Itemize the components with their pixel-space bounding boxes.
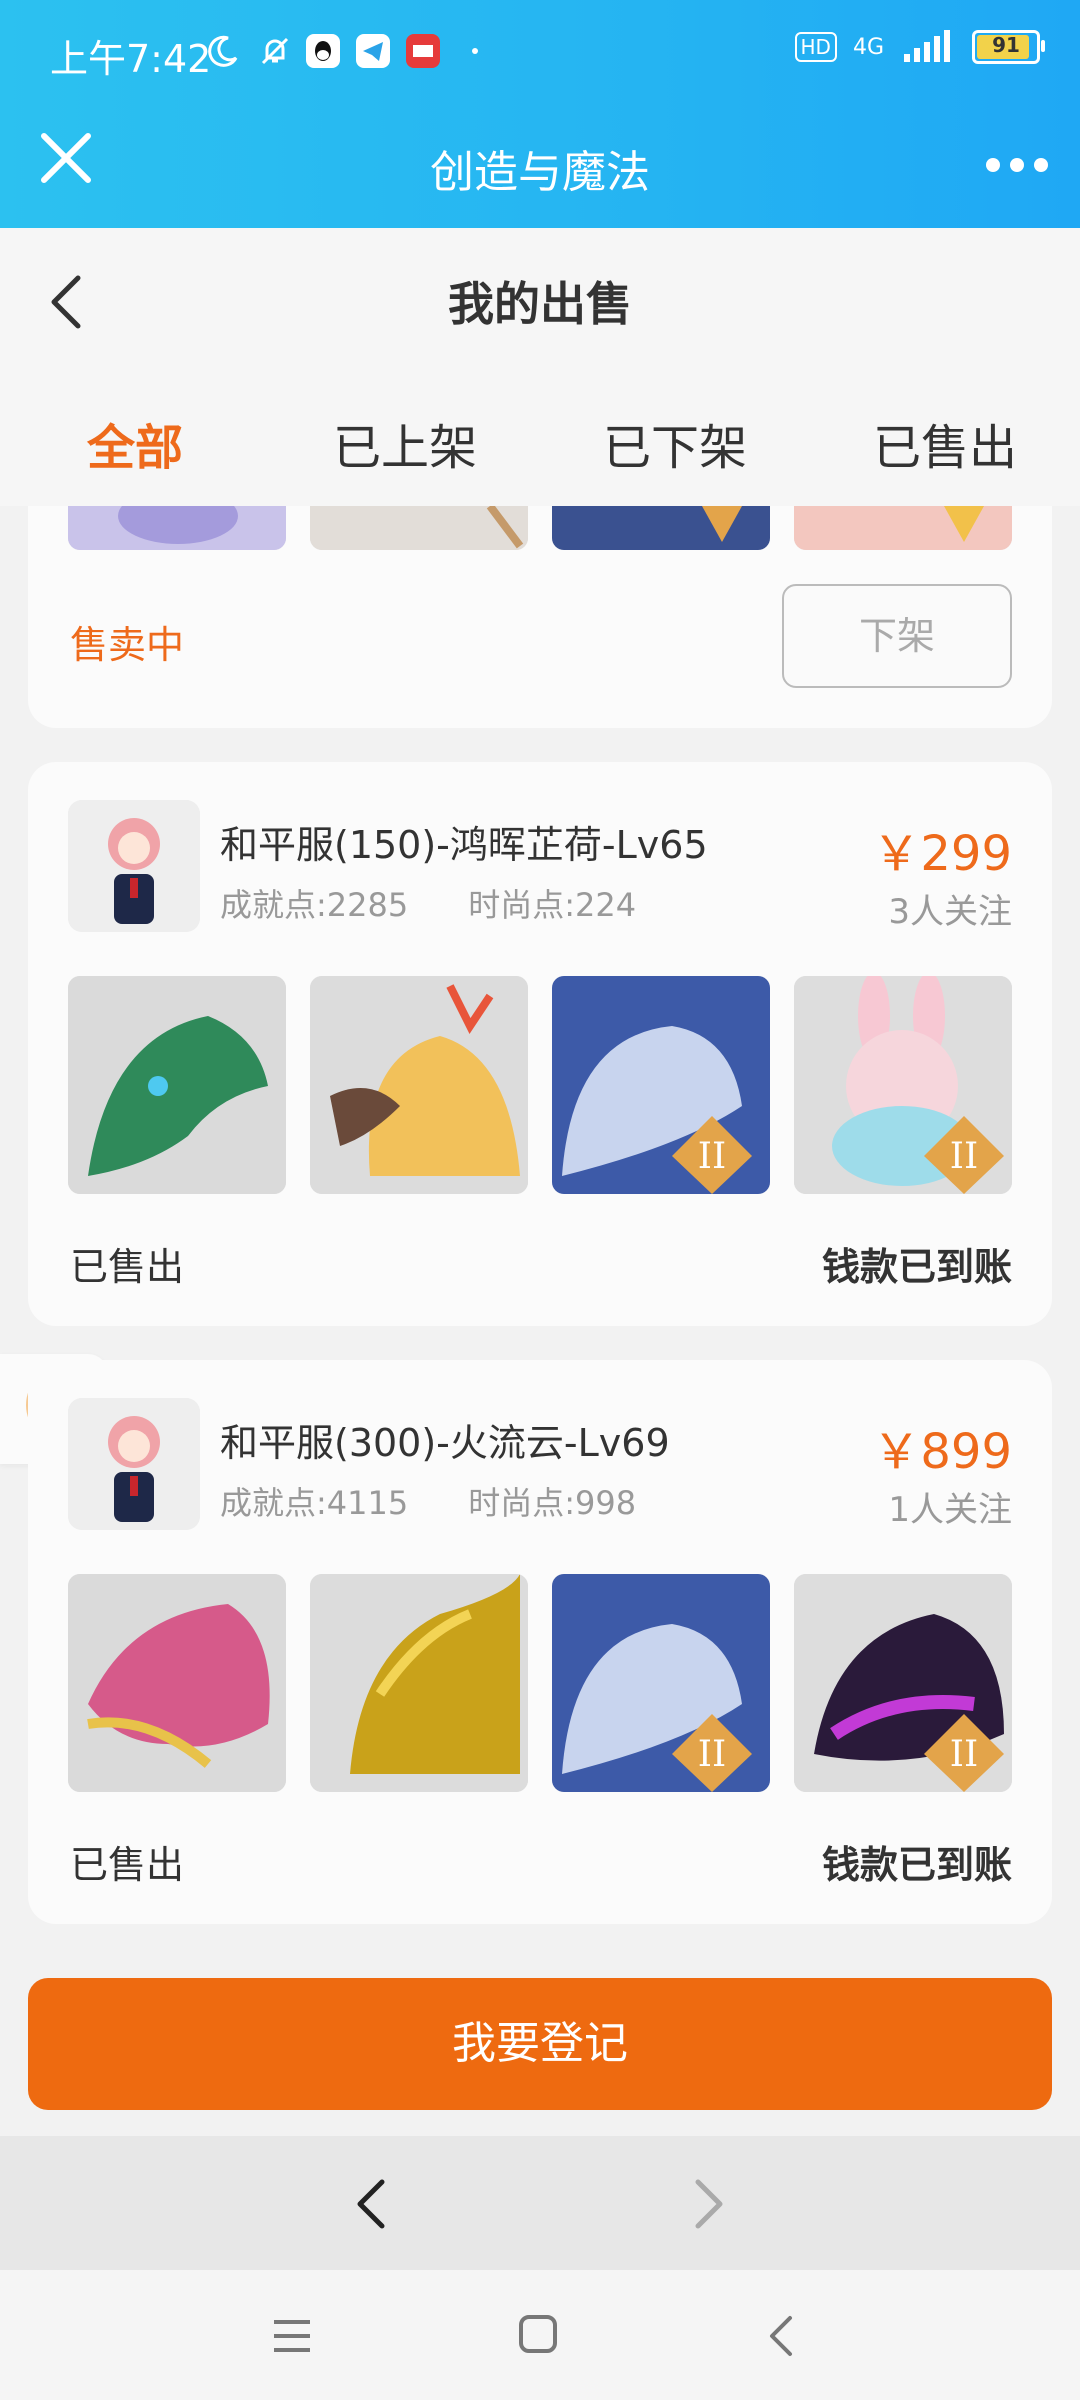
character-avatar bbox=[68, 1398, 200, 1530]
more-menu-icon[interactable] bbox=[986, 158, 1048, 172]
tab-all[interactable]: 全部 bbox=[0, 408, 270, 478]
app-bar: 创造与魔法 bbox=[0, 108, 1080, 228]
pet-thumb-icon[interactable] bbox=[310, 506, 528, 550]
tab-listed[interactable]: 已上架 bbox=[270, 408, 540, 478]
golden-dragon-icon[interactable] bbox=[310, 1574, 528, 1792]
tab-bar: 全部 已上架 已下架 已售出 bbox=[0, 408, 1080, 478]
status-right-icons: HD 4G 91 bbox=[794, 30, 1045, 64]
qq-icon bbox=[304, 32, 342, 70]
status-bar: 上午7:42 HD 4G 91 bbox=[0, 0, 1080, 108]
page-header: 我的出售 全部 已上架 已下架 已售出 bbox=[0, 228, 1080, 506]
register-button[interactable]: 我要登记 bbox=[28, 1978, 1052, 2110]
white-tiger-icon[interactable]: II bbox=[552, 976, 770, 1194]
phoenix-bird-icon[interactable] bbox=[310, 976, 528, 1194]
price: ￥899 bbox=[872, 1424, 1012, 1480]
browser-back-icon[interactable] bbox=[352, 2176, 388, 2236]
pink-rabbit-icon[interactable]: II bbox=[794, 976, 1012, 1194]
pet-thumb-icon[interactable] bbox=[794, 506, 1012, 550]
pink-dragon-icon[interactable] bbox=[68, 1574, 286, 1792]
character-stats: 成就点:4115 时尚点:998 bbox=[220, 1478, 696, 1524]
battery-level: 91 bbox=[992, 33, 1020, 57]
listing-card-selling: 售卖中 下架 bbox=[28, 506, 1052, 728]
hd-icon: HD bbox=[794, 32, 837, 62]
tab-unlisted[interactable]: 已下架 bbox=[540, 408, 810, 478]
moon-icon bbox=[204, 32, 242, 70]
sold-status: 已售出 bbox=[70, 1245, 185, 1289]
telegram-icon bbox=[354, 32, 392, 70]
listing-status: 售卖中 bbox=[70, 623, 185, 667]
sold-status: 已售出 bbox=[70, 1843, 185, 1887]
white-tiger-icon[interactable]: II bbox=[552, 1574, 770, 1792]
green-dragon-icon[interactable] bbox=[68, 976, 286, 1194]
system-nav-bar bbox=[0, 2270, 1080, 2400]
thumb-row: II II bbox=[68, 1574, 1012, 1792]
svg-text:II: II bbox=[698, 1734, 726, 1775]
svg-text:II: II bbox=[698, 1136, 726, 1177]
delist-button[interactable]: 下架 bbox=[782, 584, 1012, 688]
follower-count: 3人关注 bbox=[888, 892, 1012, 932]
back-icon[interactable] bbox=[766, 2314, 796, 2362]
thumb-row bbox=[68, 506, 1012, 550]
character-name: 和平服(300)-火流云-Lv69 bbox=[220, 1421, 670, 1465]
svg-text:II: II bbox=[950, 1136, 978, 1177]
character-stats: 成就点:2285 时尚点:224 bbox=[220, 880, 696, 926]
fashion-points: 时尚点:224 bbox=[468, 886, 637, 924]
listing-card[interactable]: 和平服(300)-火流云-Lv69 成就点:4115 时尚点:998 ￥899 1… bbox=[28, 1360, 1052, 1924]
purple-beast-icon[interactable]: II bbox=[794, 1574, 1012, 1792]
listing-card[interactable]: 和平服(150)-鸿晖芷荷-Lv65 成就点:2285 时尚点:224 ￥299 … bbox=[28, 762, 1052, 1326]
battery-icon: 91 bbox=[972, 30, 1045, 64]
fashion-points: 时尚点:998 bbox=[468, 1484, 637, 1522]
kandian-app-icon bbox=[404, 32, 442, 70]
top-header: 上午7:42 HD 4G 91 创造与魔法 bbox=[0, 0, 1080, 228]
browser-forward-icon[interactable] bbox=[692, 2176, 728, 2236]
status-time: 上午7:42 bbox=[50, 37, 212, 81]
browser-nav-bar bbox=[0, 2136, 1080, 2270]
page-title: 我的出售 bbox=[448, 277, 632, 331]
character-avatar bbox=[68, 800, 200, 932]
app-title: 创造与魔法 bbox=[430, 147, 650, 198]
network-type: 4G bbox=[852, 34, 884, 60]
home-icon[interactable] bbox=[518, 2314, 558, 2358]
thumb-row: II II bbox=[68, 976, 1012, 1194]
tab-sold[interactable]: 已售出 bbox=[810, 408, 1080, 478]
character-name: 和平服(150)-鸿晖芷荷-Lv65 bbox=[220, 823, 708, 867]
bell-muted-icon bbox=[256, 32, 294, 70]
menu-icon[interactable] bbox=[272, 2316, 312, 2360]
dot-icon bbox=[456, 32, 494, 70]
pet-thumb-icon[interactable] bbox=[68, 506, 286, 550]
pet-thumb-icon[interactable] bbox=[552, 506, 770, 550]
signal-icon bbox=[904, 30, 950, 62]
svg-text:II: II bbox=[950, 1734, 978, 1775]
achievement-points: 成就点:2285 bbox=[220, 886, 409, 924]
follower-count: 1人关注 bbox=[888, 1490, 1012, 1530]
payment-status: 钱款已到账 bbox=[821, 1843, 1012, 1887]
achievement-points: 成就点:4115 bbox=[220, 1484, 409, 1522]
payment-status: 钱款已到账 bbox=[821, 1245, 1012, 1289]
price: ￥299 bbox=[872, 826, 1012, 882]
